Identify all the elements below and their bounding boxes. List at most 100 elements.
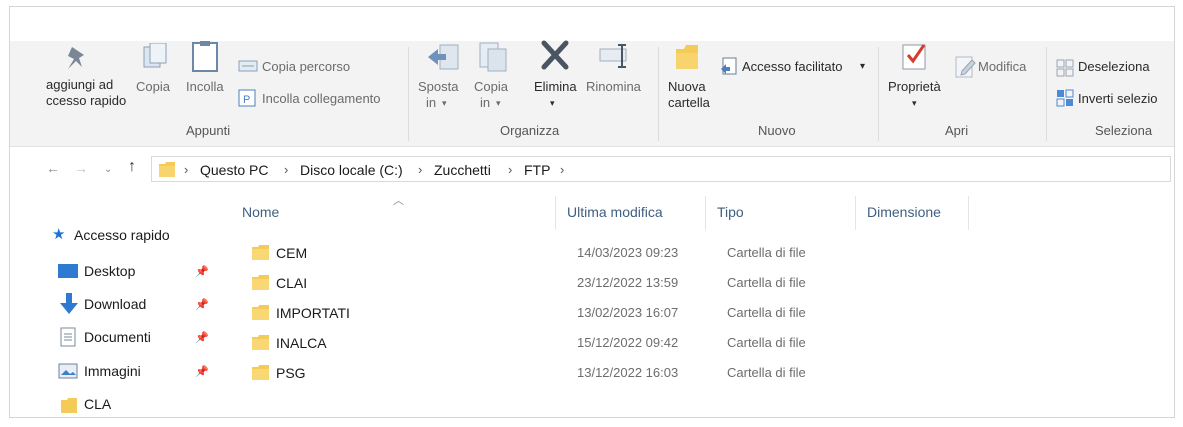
nav-item-label: Download — [84, 296, 147, 312]
address-row: ← → ⌄ ↑ › Questo PC › Disco locale (C:) … — [10, 148, 1174, 188]
pin-icon[interactable]: 📌 — [195, 365, 209, 378]
column-header-size[interactable]: Dimensione — [867, 204, 941, 220]
breadcrumb-item[interactable]: FTP — [524, 162, 550, 178]
file-explorer-window: aggiungi ad ccesso rapido Copia Incolla … — [9, 6, 1175, 418]
file-type: Cartella di file — [727, 245, 806, 260]
breadcrumb-separator[interactable]: › — [508, 162, 512, 177]
column-header-modified[interactable]: Ultima modifica — [567, 204, 663, 220]
file-modified: 14/03/2023 09:23 — [577, 245, 679, 260]
pin-icon[interactable]: 📌 — [195, 331, 209, 344]
breadcrumb-separator[interactable]: › — [184, 162, 188, 177]
new-folder-label-line2: cartella — [668, 95, 710, 110]
pin-label-line2: ccesso rapido — [46, 93, 127, 108]
breadcrumb-item[interactable]: Disco locale (C:) — [300, 162, 403, 178]
edit-label: Modifica — [978, 59, 1027, 74]
file-type: Cartella di file — [727, 305, 806, 320]
desktop-icon — [58, 264, 78, 278]
file-list: ︿ Nome Ultima modifica Tipo Dimensione C… — [220, 192, 1174, 417]
file-modified: 13/02/2023 16:07 — [577, 305, 679, 320]
breadcrumb-separator[interactable]: › — [418, 162, 422, 177]
properties-check-icon — [902, 44, 926, 70]
group-label-organizza: Organizza — [500, 123, 560, 138]
file-type: Cartella di file — [727, 365, 806, 380]
invert-selection-icon — [1056, 89, 1074, 107]
deselect-icon — [1056, 59, 1074, 77]
chevron-down-icon: ▾ — [860, 61, 866, 72]
breadcrumb-separator[interactable]: › — [560, 162, 564, 177]
new-folder-label-line1: Nuova — [668, 79, 706, 94]
table-row[interactable]: CLAI 23/12/2022 13:59 Cartella di file — [240, 270, 1170, 298]
pin-icon[interactable]: 📌 — [195, 265, 209, 278]
table-row[interactable]: IMPORTATI 13/02/2023 16:07 Cartella di f… — [240, 300, 1170, 328]
up-arrow-icon[interactable]: ↑ — [128, 158, 136, 176]
move-to-icon — [428, 44, 459, 70]
group-label-nuovo: Nuovo — [758, 123, 796, 138]
move-to-label-line1: Sposta — [418, 79, 459, 94]
copy-label: Copia — [136, 79, 170, 94]
table-row[interactable]: CEM 14/03/2023 09:23 Cartella di file — [240, 240, 1170, 268]
breadcrumb-item[interactable]: Questo PC — [200, 162, 268, 178]
folder-icon — [252, 275, 269, 290]
file-modified: 23/12/2022 13:59 — [577, 275, 679, 290]
file-type: Cartella di file — [727, 275, 806, 290]
column-header-name[interactable]: Nome — [242, 204, 279, 220]
nav-item-label: Documenti — [84, 329, 151, 345]
invert-selection-label: Inverti selezio — [1078, 91, 1158, 106]
chevron-down-icon: ▾ — [550, 98, 555, 108]
copy-to-label-line2: in — [480, 95, 491, 110]
star-icon: ★ — [52, 226, 66, 243]
pin-icon — [68, 47, 84, 69]
group-label-appunti: Appunti — [186, 123, 231, 138]
delete-label: Elimina — [534, 79, 577, 94]
group-separator — [878, 47, 879, 141]
navigation-pane: ★ Accesso rapido Desktop 📌 Download 📌 Do… — [10, 197, 220, 417]
move-to-label-line2: in — [426, 95, 437, 110]
paste-label: Incolla — [186, 79, 224, 94]
recent-locations-chevron-icon[interactable]: ⌄ — [104, 164, 112, 175]
folder-icon — [252, 245, 269, 260]
chevron-down-icon: ▾ — [442, 98, 447, 108]
pin-label-line1: aggiungi ad — [46, 77, 114, 92]
column-divider[interactable] — [705, 196, 706, 230]
breadcrumb-separator[interactable]: › — [284, 162, 288, 177]
document-icon — [60, 327, 76, 347]
table-row[interactable]: PSG 13/12/2022 16:03 Cartella di file — [240, 360, 1170, 388]
folder-icon — [252, 335, 269, 350]
copy-to-label-line1: Copia — [474, 79, 508, 94]
nav-item-label: CLA — [84, 396, 112, 412]
table-row[interactable]: INALCA 15/12/2022 09:42 Cartella di file — [240, 330, 1170, 358]
edit-icon — [955, 56, 976, 78]
column-divider[interactable] — [555, 196, 556, 230]
rename-label: Rinomina — [586, 79, 641, 94]
image-icon — [58, 363, 78, 379]
file-name: IMPORTATI — [276, 305, 350, 321]
new-folder-icon — [676, 45, 698, 69]
column-divider[interactable] — [968, 196, 969, 230]
group-label-seleziona: Seleziona — [1095, 123, 1153, 138]
file-name: PSG — [276, 365, 306, 381]
file-type: Cartella di file — [727, 335, 806, 350]
easy-access-label: Accesso facilitato — [742, 59, 843, 74]
sort-ascending-icon: ︿ — [393, 195, 404, 207]
group-label-apri: Apri — [945, 123, 969, 138]
delete-x-icon — [541, 40, 569, 70]
back-arrow-icon[interactable]: ← — [46, 160, 60, 176]
nav-item-cla[interactable]: CLA — [10, 393, 220, 417]
forward-arrow-icon[interactable]: → — [74, 160, 88, 176]
column-divider[interactable] — [855, 196, 856, 230]
copy-to-icon — [479, 42, 507, 72]
copy-path-label: Copia percorso — [262, 59, 351, 74]
folder-icon — [252, 305, 269, 320]
pin-icon[interactable]: 📌 — [195, 298, 209, 311]
ribbon-tabs-strip — [10, 7, 1174, 41]
group-separator — [408, 47, 409, 141]
paste-link-label: Incolla collegamento — [262, 91, 381, 106]
quick-access-label: Accesso rapido — [74, 227, 170, 243]
copy-path-icon — [238, 60, 258, 72]
breadcrumb-item[interactable]: Zucchetti — [434, 162, 491, 178]
chevron-down-icon: ▾ — [496, 98, 501, 108]
nav-item-label: Desktop — [84, 263, 136, 279]
column-header-type[interactable]: Tipo — [717, 204, 744, 220]
address-bar[interactable]: › Questo PC › Disco locale (C:) › Zucche… — [151, 156, 1171, 182]
clipboard-icon — [192, 41, 218, 72]
